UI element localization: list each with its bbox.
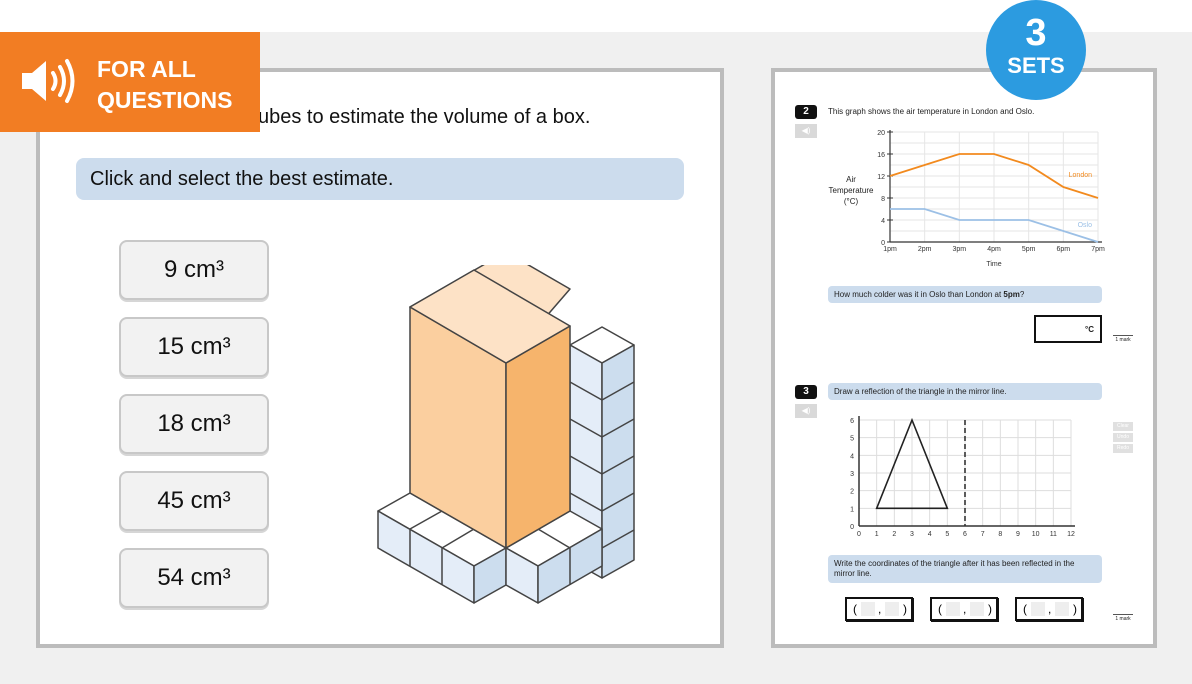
y-tick-label: 5	[850, 436, 854, 443]
x-tick-label: 3pm	[953, 246, 967, 253]
audio-label-line1: FOR ALL	[97, 56, 196, 82]
y-slot[interactable]	[970, 602, 984, 616]
ylabel-line2: Temperature	[828, 186, 874, 195]
unit-label: °C	[1085, 325, 1094, 334]
series-label-oslo: Oslo	[1078, 222, 1093, 229]
y-tick-label: 16	[877, 152, 885, 159]
answer-option[interactable]: 54 cm³	[119, 548, 269, 608]
answer-option[interactable]: 18 cm³	[119, 394, 269, 454]
x-slot[interactable]	[946, 602, 960, 616]
q2-question-bold: 5pm	[1003, 290, 1020, 299]
y-tick-label: 0	[881, 240, 885, 247]
y-tick-label: 0	[850, 524, 854, 531]
clear-button[interactable]: Clear	[1113, 422, 1133, 431]
x-tick-label: 10	[1032, 531, 1040, 538]
y-tick-label: 2	[850, 489, 854, 496]
answer-input[interactable]: °C	[1034, 315, 1102, 343]
x-tick-label: 4	[928, 531, 932, 538]
x-slot[interactable]	[1031, 602, 1045, 616]
paren-open: (	[853, 602, 857, 616]
x-tick-label: 6pm	[1057, 246, 1071, 253]
x-tick-label: 1	[875, 531, 879, 538]
x-tick-label: 2pm	[918, 246, 932, 253]
q3-coordinate-pill: Write the coordinates of the triangle af…	[828, 555, 1102, 583]
x-tick-label: 3	[910, 531, 914, 538]
y-tick-label: 4	[850, 453, 854, 460]
question-number-3: 3	[795, 385, 817, 399]
comma: ,	[963, 602, 967, 616]
x-tick-label: 1pm	[883, 246, 897, 253]
q2-question-pill: How much colder was it in Oslo than Lond…	[828, 286, 1102, 303]
ylabel-line1: Air	[846, 175, 856, 184]
x-tick-label: 7	[981, 531, 985, 538]
mark-label: 1 mark	[1113, 614, 1133, 622]
q2-question-text: How much colder was it in Oslo than Lond…	[834, 290, 1004, 299]
x-tick-label: 6	[963, 531, 967, 538]
question-text: ubes to estimate the volume of a box.	[258, 106, 591, 128]
q2-question-suffix: ?	[1019, 290, 1025, 299]
x-tick-label: 12	[1067, 531, 1075, 538]
paren-open: (	[1023, 602, 1027, 616]
paren-close: )	[988, 602, 992, 616]
q2-text: This graph shows the air temperature in …	[828, 107, 1035, 116]
reflection-grid[interactable]: 0 1 2 3 4 5 6 7 8 9 10 11 120123456	[845, 412, 1085, 542]
sets-badge: 3 SETS	[986, 0, 1086, 100]
answer-option[interactable]: 45 cm³	[119, 471, 269, 531]
coordinate-input[interactable]: ( , )	[930, 597, 998, 621]
question-number-2: 2	[795, 105, 817, 119]
sets-label: SETS	[1007, 53, 1065, 78]
x-tick-label: 5pm	[1022, 246, 1036, 253]
x-tick-label: 11	[1050, 531, 1057, 538]
speaker-icon	[22, 59, 75, 103]
series-label-london: London	[1069, 172, 1092, 179]
y-tick-label: 3	[850, 471, 854, 478]
box-and-cubes-figure	[377, 265, 635, 604]
x-tick-label: 8	[998, 531, 1002, 538]
coordinate-input[interactable]: ( , )	[1015, 597, 1083, 621]
answer-option[interactable]: 9 cm³	[119, 240, 269, 300]
y-tick-label: 20	[877, 130, 885, 137]
x-axis-title: Time	[986, 261, 1001, 268]
redo-button[interactable]: Redo	[1113, 444, 1133, 453]
speaker-icon[interactable]: ◀)	[795, 124, 817, 138]
y-tick-label: 4	[881, 218, 885, 225]
audio-label-line2: QUESTIONS	[97, 87, 233, 113]
x-tick-label: 7pm	[1091, 246, 1105, 253]
y-slot[interactable]	[1055, 602, 1069, 616]
y-tick-label: 6	[850, 418, 854, 425]
coordinate-input[interactable]: ( , )	[845, 597, 913, 621]
x-tick-label: 5	[945, 531, 949, 538]
mark-label: 1 mark	[1113, 335, 1133, 343]
temperature-chart: 1pm 2pm 3pm 4pm 5pm 6pm 7pm 0 4 8 12 16 20 Time London…	[877, 130, 1105, 268]
instruction-banner: Click and select the best estimate.	[76, 158, 684, 200]
undo-button[interactable]: Undo	[1113, 433, 1133, 442]
x-tick-label: 4pm	[987, 246, 1001, 253]
y-axis-label: Air Temperature (°C)	[826, 174, 876, 207]
paren-open: (	[938, 602, 942, 616]
y-slot[interactable]	[885, 602, 899, 616]
paren-close: )	[1073, 602, 1077, 616]
paren-close: )	[903, 602, 907, 616]
audio-banner-label: FOR ALL QUESTIONS	[97, 54, 232, 116]
q3-question-pill: Draw a reflection of the triangle in the…	[828, 383, 1102, 400]
y-tick-label: 12	[877, 174, 885, 181]
comma: ,	[878, 602, 882, 616]
y-tick-label: 1	[850, 506, 854, 513]
orange-box	[409, 265, 571, 549]
x-tick-label: 9	[1016, 531, 1020, 538]
ylabel-line3: (°C)	[843, 197, 859, 206]
comma: ,	[1048, 602, 1052, 616]
audio-all-questions-button[interactable]: FOR ALL QUESTIONS	[0, 32, 260, 132]
x-tick-label: 0	[857, 531, 861, 538]
y-tick-label: 8	[881, 196, 885, 203]
answer-option[interactable]: 15 cm³	[119, 317, 269, 377]
x-tick-label: 2	[892, 531, 896, 538]
sets-count: 3	[1025, 12, 1047, 54]
x-slot[interactable]	[861, 602, 875, 616]
speaker-icon[interactable]: ◀)	[795, 404, 817, 418]
